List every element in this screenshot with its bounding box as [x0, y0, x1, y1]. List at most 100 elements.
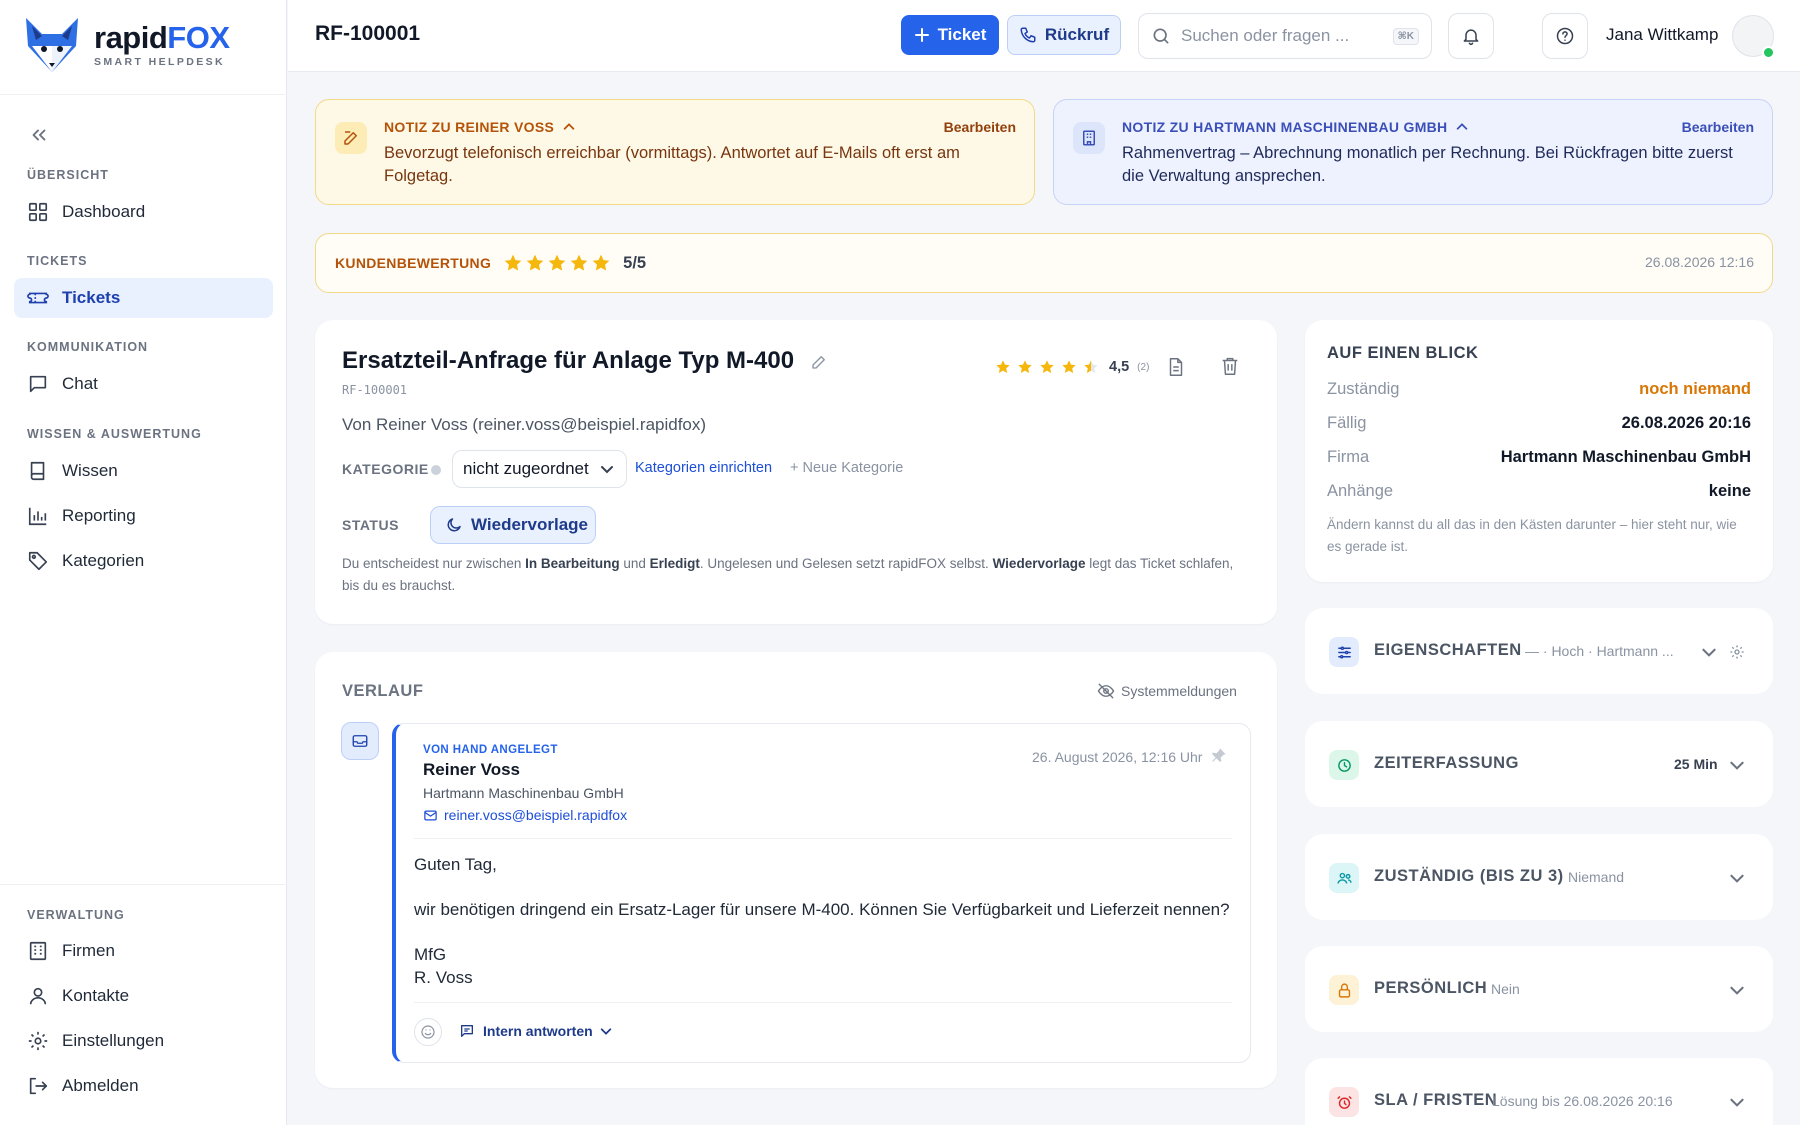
- lock-icon: [1336, 982, 1353, 999]
- contact-note-text: Bevorzugt telefonisch erreichbar (vormit…: [384, 144, 960, 185]
- search-shortcut: ⌘K: [1392, 27, 1419, 45]
- sidebar-item-label: Dashboard: [62, 202, 146, 221]
- chevron-down-icon[interactable]: [1700, 643, 1718, 661]
- brand-logo[interactable]: rapidFOX SMART HELPDESK: [22, 16, 230, 74]
- chevron-down-icon[interactable]: [1728, 981, 1746, 999]
- sla-summary: Lösung bis 26.08.2026 20:16: [1492, 1093, 1673, 1109]
- sidebar-item-label: Kategorien: [62, 551, 145, 570]
- new-ticket-label: Ticket: [937, 25, 987, 44]
- star-icon: [1084, 360, 1098, 374]
- company-note: NOTIZ ZU HARTMANN MASCHINENBAU GMBH Bear…: [1053, 99, 1773, 205]
- ticket-id: RF-100001: [342, 383, 408, 397]
- notifications-button[interactable]: [1448, 13, 1494, 59]
- new-category-link[interactable]: + Neue Kategorie: [790, 460, 903, 476]
- moon-icon: [445, 516, 463, 534]
- callback-button[interactable]: Rückruf: [1007, 15, 1121, 55]
- inbox-avatar: [341, 722, 379, 760]
- plus-icon: [914, 27, 930, 43]
- assignee-summary: Niemand: [1568, 869, 1625, 885]
- category-color-dot: [431, 465, 441, 475]
- page-title: RF-100001: [315, 22, 421, 45]
- search-input[interactable]: [1181, 26, 1393, 46]
- user-name[interactable]: Jana Wittkamp: [1606, 25, 1718, 45]
- brand-tagline: SMART HELPDESK: [94, 56, 226, 68]
- status-help-text: Du entscheidest nur zwischen In Bearbeit…: [342, 556, 1234, 593]
- contact-note-edit-link[interactable]: Bearbeiten: [944, 119, 1016, 135]
- personal-summary: Nein: [1491, 981, 1520, 997]
- status-select[interactable]: Wiedervorlage: [430, 506, 596, 544]
- smiley-icon: [420, 1024, 436, 1040]
- sidebar-item-firmen[interactable]: Firmen: [14, 931, 273, 971]
- history-card: VERLAUF Systemmeldungen VON HAND ANGELEG…: [315, 652, 1277, 1088]
- sidebar-item-einstellungen[interactable]: Einstellungen: [14, 1021, 273, 1061]
- sidebar-item-wissen[interactable]: Wissen: [14, 451, 273, 491]
- chevron-down-icon[interactable]: [1728, 869, 1746, 887]
- category-select[interactable]: nicht zugeordnet: [452, 450, 627, 488]
- message-date: 26. August 2026, 12:16 Uhr: [1032, 749, 1203, 765]
- pencil-icon[interactable]: [810, 353, 828, 371]
- category-label: KATEGORIE: [342, 461, 429, 477]
- mail-icon: [423, 808, 438, 823]
- brand-name: rapidFOX: [94, 20, 230, 55]
- collapse-sidebar-icon[interactable]: [28, 124, 50, 146]
- internal-reply-button[interactable]: Intern antworten: [459, 1023, 613, 1039]
- assignee-panel[interactable]: ZUSTÄNDIG (BIS ZU 3) Niemand: [1305, 834, 1773, 920]
- sidebar-item-kategorien[interactable]: Kategorien: [14, 541, 273, 581]
- status-label: STATUS: [342, 517, 399, 533]
- sidebar-item-label: Abmelden: [62, 1076, 139, 1095]
- contact-note-title[interactable]: NOTIZ ZU REINER VOSS: [384, 119, 576, 135]
- nav-section-tickets: TICKETS: [27, 254, 88, 268]
- sidebar-item-kontakte[interactable]: Kontakte: [14, 976, 273, 1016]
- company-note-title[interactable]: NOTIZ ZU HARTMANN MASCHINENBAU GMBH: [1122, 119, 1469, 135]
- building-icon: [27, 940, 49, 962]
- company-note-edit-link[interactable]: Bearbeiten: [1682, 119, 1754, 135]
- gear-icon[interactable]: [1729, 644, 1745, 660]
- sla-panel[interactable]: SLA / FRISTEN Lösung bis 26.08.2026 20:1…: [1305, 1058, 1773, 1125]
- status-value: Wiedervorlage: [471, 515, 588, 534]
- gear-icon: [27, 1030, 49, 1052]
- tag-icon: [27, 550, 49, 572]
- trash-icon[interactable]: [1219, 355, 1241, 377]
- ticket-card: Ersatzteil-Anfrage für Anlage Typ M-400 …: [315, 320, 1277, 624]
- building-icon: [1080, 129, 1098, 147]
- online-status-dot: [1762, 46, 1775, 59]
- contact-note: NOTIZ ZU REINER VOSS Bearbeiten Bevorzug…: [315, 99, 1035, 205]
- customer-rating-date: 26.08.2026 12:16: [1645, 254, 1754, 270]
- callback-label: Rückruf: [1044, 25, 1110, 44]
- note-badge: [335, 122, 367, 154]
- new-ticket-button[interactable]: Ticket: [901, 15, 999, 55]
- time-tracking-panel[interactable]: ZEITERFASSUNG 25 Min: [1305, 721, 1773, 807]
- add-reaction-button[interactable]: [414, 1018, 442, 1046]
- pin-icon[interactable]: [1210, 747, 1227, 764]
- ticket-rating-stars: [995, 359, 1105, 375]
- time-tracking-summary: 25 Min: [1674, 756, 1718, 772]
- customer-rating-stars: [503, 253, 613, 273]
- nav-section-overview: ÜBERSICHT: [27, 168, 109, 182]
- chevron-up-icon: [562, 120, 576, 134]
- chevron-down-icon[interactable]: [1728, 1093, 1746, 1111]
- star-icon: [526, 254, 544, 271]
- document-icon[interactable]: [1165, 356, 1187, 378]
- system-messages-toggle[interactable]: Systemmeldungen: [1097, 682, 1237, 700]
- sidebar-item-abmelden[interactable]: Abmelden: [14, 1066, 273, 1106]
- chevron-down-icon[interactable]: [1728, 756, 1746, 774]
- category-value: nicht zugeordnet: [463, 459, 589, 478]
- search-box: ⌘K: [1138, 13, 1432, 59]
- sidebar-item-reporting[interactable]: Reporting: [14, 496, 273, 536]
- sidebar-item-tickets[interactable]: Tickets: [14, 278, 273, 318]
- panel-badge: [1329, 637, 1359, 667]
- sidebar-item-dashboard[interactable]: Dashboard: [14, 192, 273, 232]
- properties-panel[interactable]: EIGENSCHAFTEN — · Hoch · Hartmann ...: [1305, 608, 1773, 694]
- glance-title: AUF EINEN BLICK: [1327, 344, 1479, 362]
- nav-section-admin: VERWALTUNG: [27, 908, 125, 922]
- sidebar-item-chat[interactable]: Chat: [14, 364, 273, 404]
- help-button[interactable]: [1542, 13, 1588, 59]
- setup-categories-link[interactable]: Kategorien einrichten: [635, 460, 772, 476]
- nav-section-communication: KOMMUNIKATION: [27, 340, 149, 354]
- message-email-link[interactable]: reiner.voss@beispiel.rapidfox: [423, 807, 627, 823]
- chat-icon: [27, 373, 49, 395]
- sidebar-item-label: Kontakte: [62, 986, 130, 1005]
- personal-panel[interactable]: PERSÖNLICH Nein: [1305, 946, 1773, 1032]
- customer-rating-score: 5/5: [623, 253, 647, 272]
- message-body: Guten Tag, wir benötigen dringend ein Er…: [414, 854, 1230, 989]
